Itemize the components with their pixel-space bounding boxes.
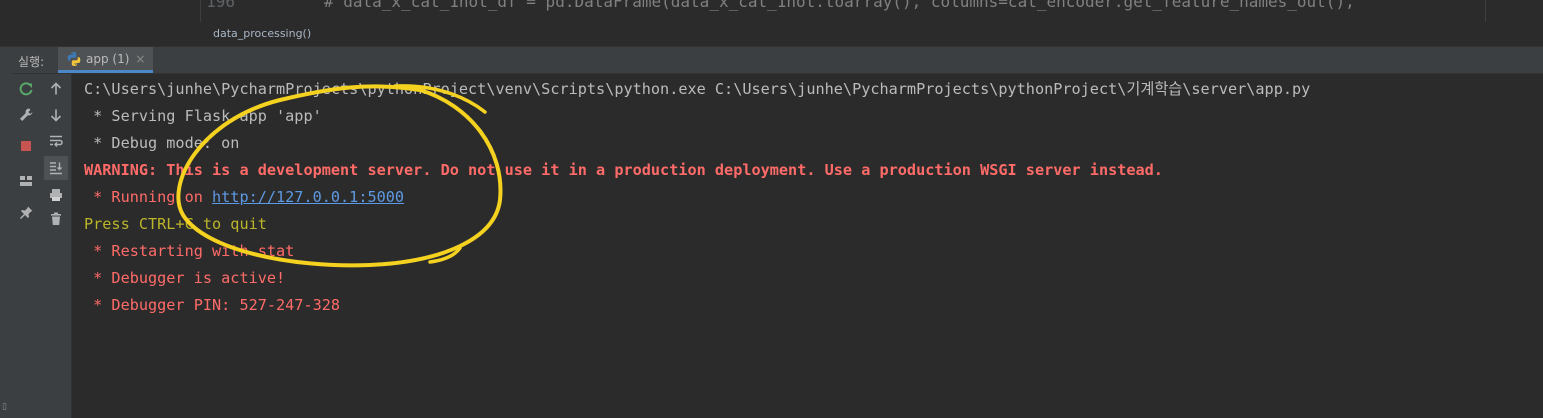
down-button[interactable]: [45, 104, 67, 126]
stripe-mark: ▯: [2, 402, 7, 412]
stop-button[interactable]: [15, 135, 37, 157]
down-arrow-icon: [50, 109, 62, 122]
layout-button[interactable]: [15, 170, 37, 192]
gutter-divider: [200, 0, 201, 22]
scroll-to-end-button[interactable]: [44, 156, 68, 180]
warning-line: WARNING: This is a development server. D…: [84, 161, 1163, 179]
run-tab-app[interactable]: app (1) ×: [58, 47, 154, 73]
soft-wrap-button[interactable]: [45, 130, 67, 152]
rerun-button[interactable]: [15, 78, 37, 100]
serving-line: * Serving Flask app 'app': [84, 107, 322, 125]
restarting-line: * Restarting with stat: [84, 242, 295, 260]
rerun-icon: [19, 82, 33, 96]
print-icon: [50, 189, 62, 201]
breadcrumb[interactable]: data_processing(): [213, 27, 311, 40]
run-toolbar-primary: [11, 74, 41, 418]
debugger-active-line: * Debugger is active!: [84, 269, 286, 287]
up-button[interactable]: [45, 78, 67, 100]
quit-line: Press CTRL+C to quit: [84, 215, 267, 233]
tool-window-stripe: [0, 47, 11, 418]
breadcrumb-bar: data_processing(): [0, 22, 1543, 47]
pin-icon: [20, 206, 33, 219]
running-prefix: * Running on: [84, 188, 213, 206]
run-toolbar-secondary: [41, 74, 72, 418]
server-url-link[interactable]: http://127.0.0.1:5000: [212, 188, 404, 206]
editor-gutter: [0, 0, 200, 22]
run-label: 실행:: [18, 55, 45, 69]
scroll-to-end-icon: [50, 162, 62, 175]
console-output[interactable]: C:\Users\junhe\PycharmProjects\pythonPro…: [72, 74, 1543, 418]
run-tab-label: app (1): [86, 51, 130, 66]
run-tool-window-header: 실행: app (1) ×: [0, 47, 1543, 74]
line-number: 196: [206, 0, 235, 11]
code-line[interactable]: # data_x_cat_1hot_df = pd.DataFrame(data…: [324, 0, 1355, 13]
python-icon: [67, 51, 81, 66]
settings-button[interactable]: [15, 104, 37, 126]
up-arrow-icon: [50, 82, 62, 95]
layout-icon: [20, 176, 32, 186]
soft-wrap-icon: [50, 135, 63, 148]
print-button[interactable]: [45, 184, 67, 206]
debug-mode-line: * Debug mode: on: [84, 134, 240, 152]
pin-button[interactable]: [15, 202, 37, 224]
trash-icon: [51, 212, 61, 225]
stop-icon: [21, 141, 31, 151]
command-line: C:\Users\junhe\PycharmProjects\pythonPro…: [84, 80, 1311, 98]
right-margin-line: [1485, 0, 1486, 22]
wrench-icon: [20, 108, 33, 121]
clear-button[interactable]: [45, 208, 67, 230]
running-line: * Running on http://127.0.0.1:5000: [84, 187, 404, 207]
debugger-pin-line: * Debugger PIN: 527-247-328: [84, 296, 341, 314]
close-icon[interactable]: ×: [135, 52, 145, 66]
editor-strip: 196 # data_x_cat_1hot_df = pd.DataFrame(…: [0, 0, 1543, 22]
